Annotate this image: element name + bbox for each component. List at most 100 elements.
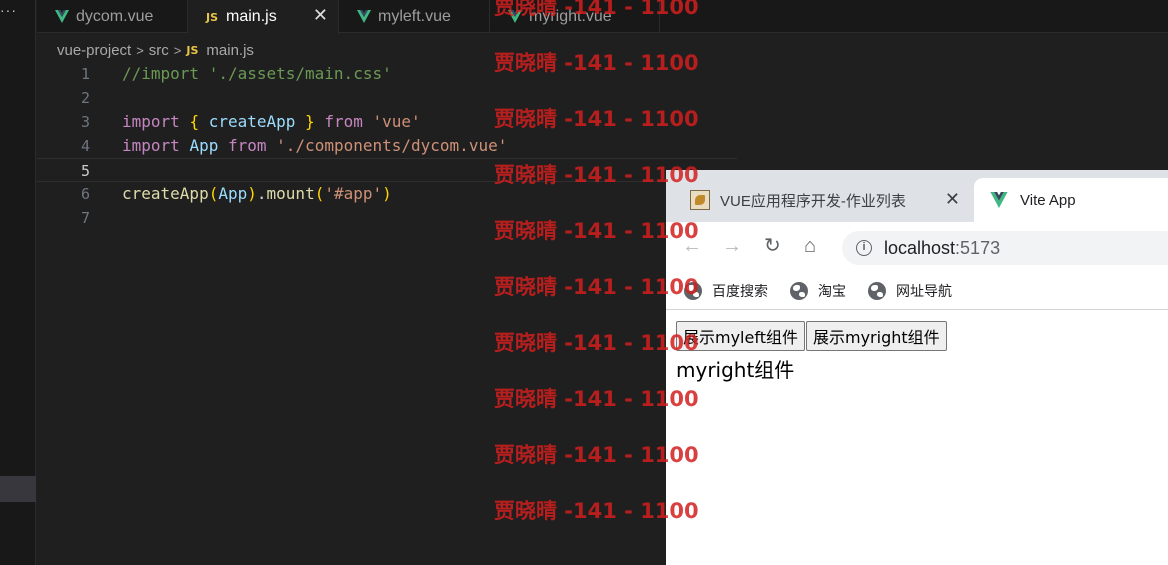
page-viewport: 展示myleft组件 展示myright组件 myright组件 — [666, 311, 1168, 565]
close-icon[interactable]: ✕ — [313, 5, 328, 26]
line-number: 6 — [80, 185, 90, 203]
tab-dycom-vue[interactable]: dycom.vue — [37, 0, 188, 33]
code-token: App — [189, 136, 219, 155]
tab-label: dycom.vue — [76, 7, 154, 25]
code-text: import { createApp } from 'vue' — [122, 110, 421, 134]
browser-tab-assignments[interactable]: VUE应用程序开发-作业列表 ✕ — [666, 178, 970, 222]
code-line[interactable]: 4 import App from './components/dycom.vue… — [37, 134, 737, 158]
bookmark-label: 淘宝 — [818, 282, 846, 299]
code-token: createApp — [122, 184, 209, 203]
back-arrow-icon[interactable]: ← — [682, 234, 702, 258]
line-number: 5 — [80, 162, 90, 180]
bookmarks-bar: 百度搜索 淘宝 网址导航 — [666, 272, 1168, 310]
browser-window: VUE应用程序开发-作业列表 ✕ Vite App ← → ↻ ⌂ i loca… — [666, 170, 1168, 565]
browser-tab-vite-app[interactable]: Vite App — [974, 178, 1168, 222]
code-token: '#app' — [324, 184, 383, 203]
line-number: 1 — [80, 65, 90, 83]
code-line[interactable]: 3 import { createApp } from 'vue' — [37, 110, 737, 134]
more-actions-icon[interactable]: ··· — [0, 2, 17, 18]
code-token: } — [305, 112, 315, 131]
browser-toolbar: ← → ↻ ⌂ i localhost:5173 — [666, 222, 1168, 272]
breadcrumb-folder[interactable]: src — [149, 42, 169, 59]
site-info-icon[interactable]: i — [856, 240, 872, 256]
bookmark-label: 百度搜索 — [712, 282, 768, 299]
show-myleft-button[interactable]: 展示myleft组件 — [676, 321, 805, 351]
activity-selected-item[interactable] — [0, 476, 36, 502]
code-text: import App from './components/dycom.vue' — [122, 134, 507, 158]
js-icon: JS — [186, 43, 199, 57]
show-myright-button[interactable]: 展示myright组件 — [806, 321, 947, 351]
code-line[interactable]: 6 createApp(App).mount('#app') — [37, 182, 737, 206]
globe-icon — [790, 281, 808, 300]
code-token: './components/dycom.vue' — [276, 136, 508, 155]
code-token: ) — [247, 184, 257, 203]
vue-icon — [508, 10, 522, 23]
activity-bar: ··· — [0, 0, 36, 565]
code-line[interactable]: 5 — [37, 158, 737, 182]
globe-icon — [868, 281, 886, 300]
address-host: localhost — [884, 237, 956, 258]
code-editor[interactable]: 1 //import './assets/main.css' 2 3 import { … — [37, 62, 737, 230]
tab-myright-vue[interactable]: myright.vue — [490, 0, 660, 33]
code-token: //import './assets/main.css' — [122, 64, 392, 83]
code-text: //import './assets/main.css' — [122, 62, 392, 86]
address-port: :5173 — [955, 237, 1001, 258]
vue-icon — [990, 192, 1008, 208]
breadcrumb-file[interactable]: main.js — [206, 42, 254, 59]
code-line[interactable]: 1 //import './assets/main.css' — [37, 62, 737, 86]
home-icon[interactable]: ⌂ — [804, 234, 816, 258]
code-token: ( — [208, 184, 219, 203]
code-token: mount — [266, 184, 315, 203]
bookmark-taobao[interactable]: 淘宝 — [790, 281, 846, 301]
code-text: createApp(App).mount('#app') — [122, 182, 392, 206]
chevron-right-icon: > — [136, 42, 144, 58]
browser-tab-title: Vite App — [1020, 191, 1076, 209]
line-number: 2 — [80, 89, 90, 107]
code-token: from — [324, 112, 363, 131]
bookmark-label: 网址导航 — [896, 282, 952, 299]
code-token: ) — [382, 184, 392, 203]
code-token: ( — [314, 184, 325, 203]
line-number: 4 — [80, 137, 90, 155]
tab-main-js[interactable]: JS main.js ✕ — [188, 0, 339, 34]
code-line[interactable]: 7 — [37, 206, 737, 230]
tab-label: main.js — [226, 8, 277, 25]
line-number: 7 — [80, 209, 90, 227]
breadcrumb: vue-project > src > JS main.js — [57, 40, 254, 60]
forward-arrow-icon[interactable]: → — [722, 234, 742, 258]
vue-icon — [357, 10, 371, 23]
chevron-right-icon: > — [173, 42, 182, 58]
globe-icon — [684, 281, 702, 300]
code-token: App — [218, 184, 248, 203]
js-icon: JS — [206, 10, 219, 24]
code-token: import — [122, 112, 180, 131]
address-bar[interactable]: i localhost:5173 — [842, 231, 1168, 265]
code-token: { — [189, 112, 200, 131]
code-token: import — [122, 136, 180, 155]
vue-icon — [55, 10, 69, 23]
editor-tab-bar: dycom.vue JS main.js ✕ myleft.vue myrigh… — [37, 0, 1168, 34]
browser-tab-strip: VUE应用程序开发-作业列表 ✕ Vite App — [666, 170, 1168, 222]
code-token: createApp — [199, 112, 306, 131]
code-token: 'vue' — [372, 112, 421, 131]
close-icon[interactable]: ✕ — [945, 189, 960, 210]
tab-label: myright.vue — [529, 7, 612, 25]
browser-tab-title: VUE应用程序开发-作业列表 — [720, 192, 906, 210]
code-token: . — [256, 184, 267, 203]
breadcrumb-project[interactable]: vue-project — [57, 42, 131, 59]
reload-icon[interactable]: ↻ — [764, 234, 781, 258]
bookmark-baidu[interactable]: 百度搜索 — [684, 281, 768, 301]
code-token: from — [227, 136, 267, 155]
tab-label: myleft.vue — [378, 7, 451, 25]
bookmark-nav[interactable]: 网址导航 — [868, 281, 952, 301]
tab-myleft-vue[interactable]: myleft.vue — [339, 0, 490, 33]
line-number: 3 — [80, 113, 90, 131]
code-line[interactable]: 2 — [37, 86, 737, 110]
site-favicon-icon — [690, 190, 710, 210]
